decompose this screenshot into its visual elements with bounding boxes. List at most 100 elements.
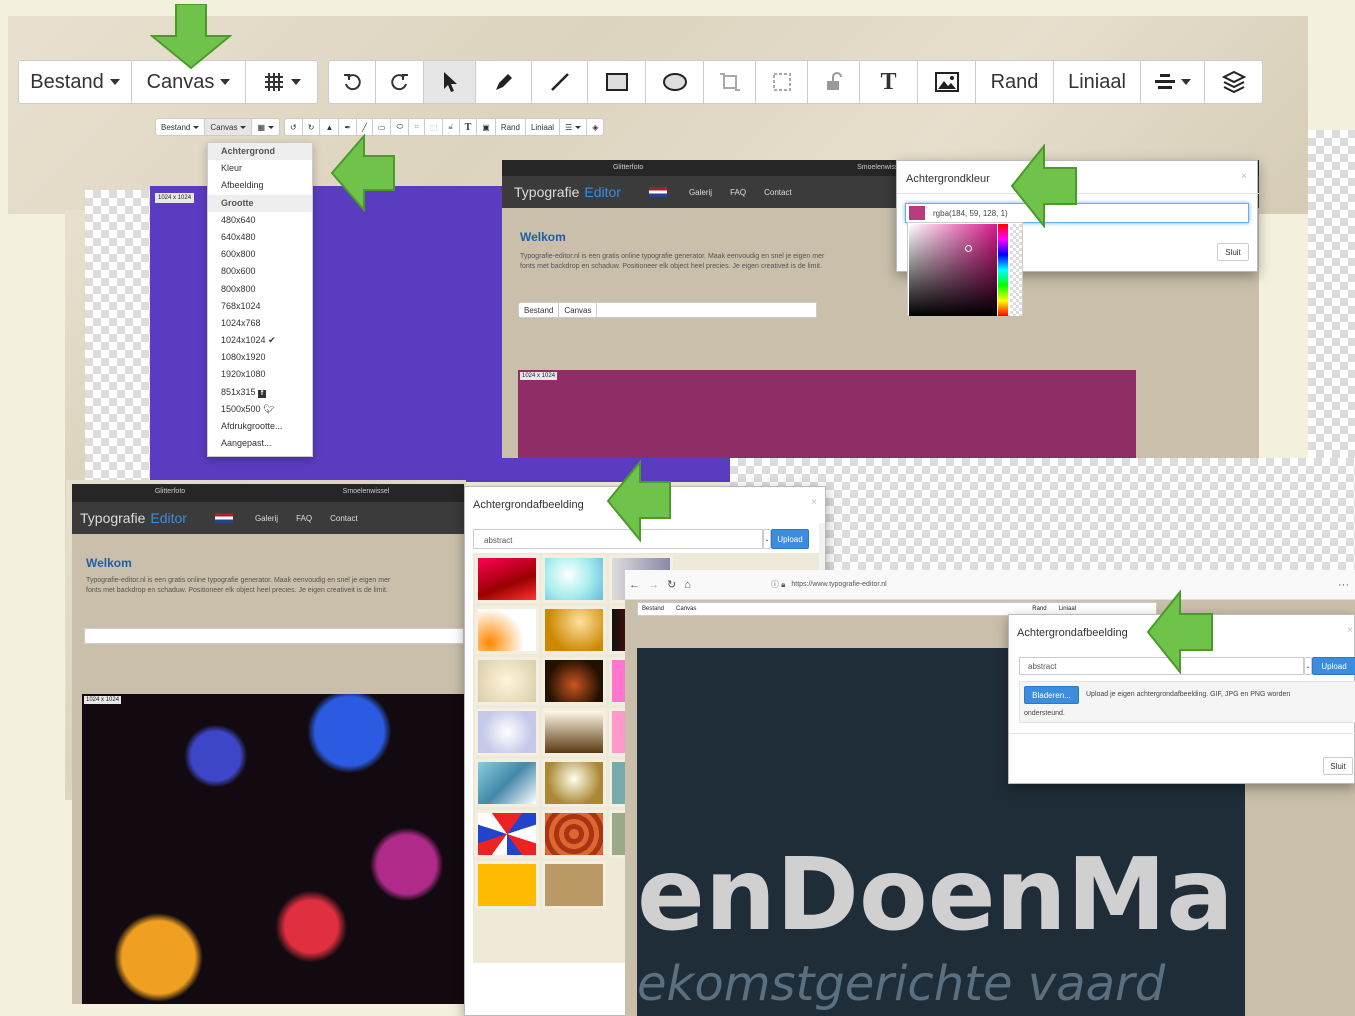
back-icon[interactable]: ← — [629, 579, 640, 591]
flag-nl-icon[interactable] — [214, 513, 233, 523]
text-tool-button[interactable]: T — [860, 60, 918, 104]
tools-strip-2[interactable] — [597, 302, 818, 318]
thumb-image[interactable] — [475, 759, 539, 807]
menu-item-afbeelding[interactable]: Afbeelding — [208, 177, 312, 194]
bestand-menu-button[interactable]: Bestand — [18, 60, 132, 104]
nav-contact[interactable]: Contact — [764, 188, 792, 197]
more-icon[interactable]: ··· — [1338, 579, 1349, 591]
color-swatch[interactable] — [909, 206, 925, 220]
close-icon[interactable]: × — [811, 497, 817, 508]
ellipse-tool-button[interactable] — [646, 60, 704, 104]
nav-galerij-3[interactable]: Galerij — [255, 514, 278, 523]
menu-item-1920x1080[interactable]: 1920x1080 — [208, 366, 312, 383]
menu-item-1024x768[interactable]: 1024x768 — [208, 315, 312, 332]
lock-button-small[interactable]: 🔓︎ — [443, 118, 460, 136]
picker-handle[interactable] — [965, 245, 972, 252]
tab-smoelenwissel-3[interactable]: Smoelenwissel — [268, 484, 464, 502]
menu-item-1024x1024[interactable]: 1024x1024 ✔ — [208, 332, 312, 349]
redo-button-small[interactable]: ↻ — [302, 118, 321, 136]
sluit-button-4[interactable]: Sluit — [1323, 757, 1353, 775]
color-picker[interactable] — [907, 222, 1023, 316]
menu-item-1080x1920[interactable]: 1080x1920 — [208, 349, 312, 366]
upload-button-4[interactable]: Upload — [1312, 657, 1355, 675]
bestand-menu-button-small[interactable]: Bestand — [155, 118, 206, 136]
hue-slider[interactable] — [998, 224, 1008, 316]
canvas-menu-button-small[interactable]: Canvas — [205, 118, 253, 136]
undo-button-small[interactable]: ↺ — [284, 118, 303, 136]
brand-editor-3[interactable]: Editor — [150, 510, 187, 526]
tab-glitterfoto-3[interactable]: Glitterfoto — [72, 484, 268, 502]
thumb-image[interactable] — [542, 759, 606, 807]
redo-button[interactable] — [376, 60, 424, 104]
thumb-image[interactable] — [475, 555, 539, 603]
nav-contact-3[interactable]: Contact — [330, 514, 358, 523]
rand-button-small[interactable]: Rand — [495, 118, 526, 136]
close-icon[interactable]: × — [1347, 625, 1353, 636]
sluit-button[interactable]: Sluit — [1217, 243, 1249, 261]
menu-item-640x480[interactable]: 640x480 — [208, 229, 312, 246]
brand-typografie-3[interactable]: Typografie — [80, 510, 145, 526]
thumb-image[interactable] — [475, 810, 539, 858]
nav-faq[interactable]: FAQ — [730, 188, 746, 197]
resize-tool-button[interactable] — [756, 60, 808, 104]
thumb-image[interactable] — [542, 708, 606, 756]
rectangle-tool-button[interactable] — [588, 60, 646, 104]
close-icon[interactable]: × — [1241, 171, 1247, 182]
liniaal-button-small[interactable]: Liniaal — [525, 118, 561, 136]
forward-icon[interactable]: → — [648, 579, 659, 591]
align-dropdown-button[interactable] — [1141, 60, 1205, 104]
chevron-down-icon[interactable]: ⌄ — [763, 529, 771, 549]
brand-typografie[interactable]: Typografie — [514, 184, 579, 200]
menu-item-aangepast[interactable]: Aangepast... — [208, 435, 312, 452]
menu-item-768x1024[interactable]: 768x1024 — [208, 298, 312, 315]
menu-item-afdrukgrootte[interactable]: Afdrukgrootte... — [208, 418, 312, 435]
thumb-image[interactable] — [475, 708, 539, 756]
thumb-image[interactable] — [542, 657, 606, 705]
line-tool-button[interactable] — [532, 60, 588, 104]
thumb-image[interactable] — [475, 861, 539, 909]
pen-tool-button[interactable] — [476, 60, 532, 104]
menu-item-1500x500[interactable]: 1500x500 🐦︎ — [208, 401, 312, 418]
layers-button-small[interactable]: ◈ — [587, 118, 605, 136]
menu-item-kleur[interactable]: Kleur — [208, 160, 312, 177]
thumb-image[interactable] — [475, 657, 539, 705]
home-icon[interactable]: ⌂ — [684, 579, 691, 591]
menu-item-480x640[interactable]: 480x640 — [208, 212, 312, 229]
liniaal-button[interactable]: Liniaal — [1054, 60, 1141, 104]
alpha-slider[interactable] — [1010, 224, 1022, 316]
canvas-button-2[interactable]: Canvas — [559, 302, 598, 318]
thumb-image[interactable] — [542, 606, 606, 654]
thumb-image[interactable] — [475, 606, 539, 654]
brand-editor[interactable]: Editor — [584, 184, 621, 200]
bestand-button-2[interactable]: Bestand — [518, 302, 560, 318]
image-tool-button[interactable] — [918, 60, 976, 104]
crop-tool-button[interactable] — [704, 60, 756, 104]
image-tool-small[interactable]: ▣ — [477, 118, 496, 136]
saturation-area[interactable] — [909, 224, 997, 316]
menu-item-800x800[interactable]: 800x800 — [208, 281, 312, 298]
select-tool-button[interactable] — [424, 60, 476, 104]
resize-tool-small[interactable]: ⬚ — [424, 118, 444, 136]
flag-nl-icon[interactable] — [648, 187, 667, 197]
grid-dropdown-button[interactable] — [246, 60, 318, 104]
rand-button[interactable]: Rand — [976, 60, 1054, 104]
thumb-image[interactable] — [542, 861, 606, 909]
align-dropdown-small[interactable]: ☰ — [560, 118, 588, 136]
grid-dropdown-small[interactable]: ▦ — [252, 118, 281, 136]
menu-item-600x800[interactable]: 600x800 — [208, 246, 312, 263]
text-tool-small[interactable]: T — [459, 118, 478, 136]
url-bar[interactable]: https://www.typografie-editor.nl — [791, 581, 886, 588]
crop-tool-small[interactable]: ⌗ — [409, 118, 425, 136]
menu-item-851x315[interactable]: 851x315 f — [208, 384, 312, 401]
tab-glitterfoto[interactable]: Glitterfoto — [502, 160, 754, 176]
layers-button[interactable] — [1205, 60, 1263, 104]
nav-faq-3[interactable]: FAQ — [296, 514, 312, 523]
chevron-down-icon[interactable]: ⌄ — [1304, 657, 1312, 675]
bladeren-button[interactable]: Bladeren... — [1024, 686, 1079, 704]
menu-item-800x600[interactable]: 800x600 — [208, 263, 312, 280]
small-toolbar-3[interactable] — [84, 628, 464, 644]
lock-button[interactable] — [808, 60, 860, 104]
upload-button[interactable]: Upload — [771, 529, 809, 549]
thumb-image[interactable] — [542, 555, 606, 603]
reload-icon[interactable]: ↻ — [667, 578, 676, 591]
